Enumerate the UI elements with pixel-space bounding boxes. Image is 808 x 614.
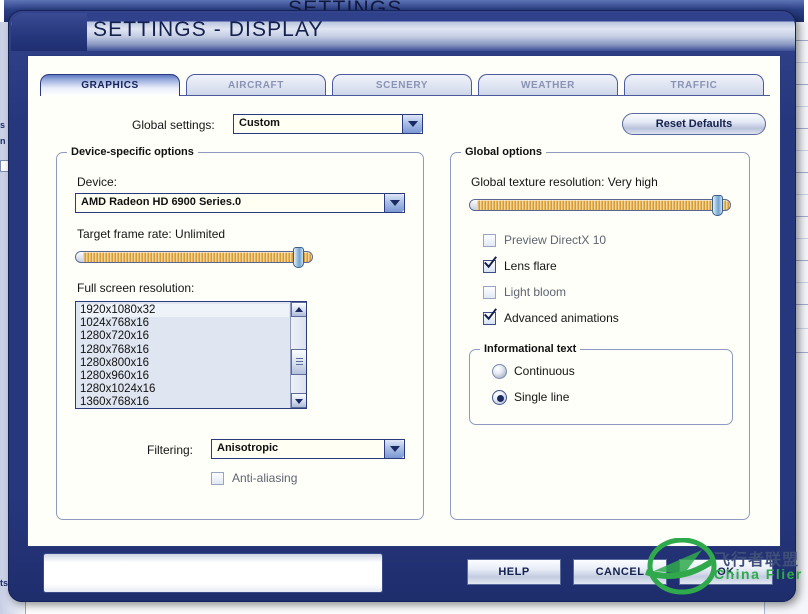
filtering-dropdown[interactable]: Anisotropic xyxy=(211,439,405,459)
filtering-value: Anisotropic xyxy=(217,442,279,454)
background-left-text-a: s xyxy=(0,120,6,130)
device-value: AMD Radeon HD 6900 Series.0 xyxy=(81,196,242,208)
checkbox-box xyxy=(483,286,496,299)
dialog-footer: HELP CANCEL OK xyxy=(27,551,781,595)
slider-thumb[interactable] xyxy=(293,247,304,268)
device-label: Device: xyxy=(77,175,118,189)
radio-dot xyxy=(497,395,504,402)
info-text-panel xyxy=(43,553,383,593)
resolution-items[interactable]: 1920x1080x32 1024x768x16 1280x720x16 1280x7… xyxy=(76,302,289,408)
checkbox-label: Preview DirectX 10 xyxy=(504,233,607,247)
anti-aliasing-label: Anti-aliasing xyxy=(232,471,298,485)
list-item[interactable]: 1280x768x16 xyxy=(80,344,289,357)
tab-graphics[interactable]: GRAPHICS xyxy=(40,74,180,96)
checkbox-box xyxy=(483,234,496,247)
global-settings-dropdown[interactable]: Custom xyxy=(233,114,423,134)
slider-track xyxy=(75,251,313,263)
list-item[interactable]: 1280x720x16 xyxy=(80,330,289,343)
tab-strip: GRAPHICS AIRCRAFT SCENERY WEATHER TRAFFI… xyxy=(40,74,770,96)
check-icon xyxy=(484,308,497,321)
resolution-listbox[interactable]: 1920x1080x32 1024x768x16 1280x720x16 1280x7… xyxy=(75,301,307,409)
device-specific-options-title: Device-specific options xyxy=(67,146,198,158)
global-texture-resolution-slider[interactable] xyxy=(469,195,731,216)
resolution-scrollbar[interactable] xyxy=(290,302,306,408)
list-item[interactable]: 1024x768x16 xyxy=(80,317,289,330)
radio-box xyxy=(492,364,507,379)
target-frame-rate-slider[interactable] xyxy=(75,247,313,268)
check-icon xyxy=(484,256,497,269)
target-frame-rate-label: Target frame rate: Unlimited xyxy=(77,227,226,241)
tab-aircraft[interactable]: AIRCRAFT xyxy=(186,74,326,96)
checkbox-label: Lens flare xyxy=(504,259,557,273)
screen: SETTINGS s n ts xyxy=(0,0,808,614)
scroll-up-icon[interactable] xyxy=(291,302,306,317)
checkbox-label: Advanced animations xyxy=(504,311,619,325)
scrollbar-thumb[interactable] xyxy=(291,349,306,375)
tab-traffic[interactable]: TRAFFIC xyxy=(624,74,764,96)
scroll-down-icon[interactable] xyxy=(291,393,306,408)
dialog-title: SETTINGS - DISPLAY xyxy=(93,18,324,41)
filtering-label: Filtering: xyxy=(147,443,194,457)
global-texture-resolution-label: Global texture resolution: Very high xyxy=(471,175,658,189)
chevron-down-icon[interactable] xyxy=(402,115,422,133)
tab-scenery[interactable]: SCENERY xyxy=(332,74,472,96)
informational-text-group: Informational text Continuous Single lin… xyxy=(469,343,733,425)
global-options-group: Global options Global texture resolution… xyxy=(450,146,750,520)
ok-button[interactable]: OK xyxy=(679,559,773,585)
list-item[interactable]: 1280x1024x16 xyxy=(80,383,289,396)
list-item[interactable]: 1280x800x16 xyxy=(80,357,289,370)
radio-label: Single line xyxy=(514,390,570,404)
checkbox-label: Light bloom xyxy=(504,285,567,299)
list-item[interactable]: 1360x768x16 xyxy=(80,396,289,408)
cancel-button[interactable]: CANCEL xyxy=(573,559,667,585)
dialog-frame: SETTINGS - DISPLAY GRAPHICS AIRCRAFT SCE… xyxy=(8,10,796,602)
informational-text-title: Informational text xyxy=(480,343,581,355)
tab-weather[interactable]: WEATHER xyxy=(478,74,618,96)
slider-thumb[interactable] xyxy=(712,195,723,216)
global-options-title: Global options xyxy=(461,146,546,158)
background-left-text-b: n xyxy=(0,136,6,146)
settings-display-dialog: SETTINGS - DISPLAY GRAPHICS AIRCRAFT SCE… xyxy=(8,10,796,602)
full-screen-resolution-label: Full screen resolution: xyxy=(77,281,195,295)
list-item[interactable]: 1280x960x16 xyxy=(80,370,289,383)
list-item[interactable]: 1920x1080x32 xyxy=(80,304,289,318)
checkbox-box xyxy=(211,472,224,485)
dialog-body: GRAPHICS AIRCRAFT SCENERY WEATHER TRAFFI… xyxy=(27,55,781,547)
reset-defaults-button[interactable]: Reset Defaults xyxy=(622,113,766,135)
chevron-down-icon[interactable] xyxy=(384,440,404,458)
global-settings-label: Global settings: xyxy=(132,118,215,132)
radio-label: Continuous xyxy=(514,364,575,378)
global-settings-value: Custom xyxy=(239,117,280,129)
background-left-text-partial: ts xyxy=(0,578,9,588)
device-specific-options-group: Device-specific options Device: AMD Rade… xyxy=(56,146,424,520)
radio-box xyxy=(492,390,507,405)
device-dropdown[interactable]: AMD Radeon HD 6900 Series.0 xyxy=(75,193,405,213)
chevron-down-icon[interactable] xyxy=(384,194,404,212)
slider-track xyxy=(469,199,731,211)
help-button[interactable]: HELP xyxy=(467,559,561,585)
